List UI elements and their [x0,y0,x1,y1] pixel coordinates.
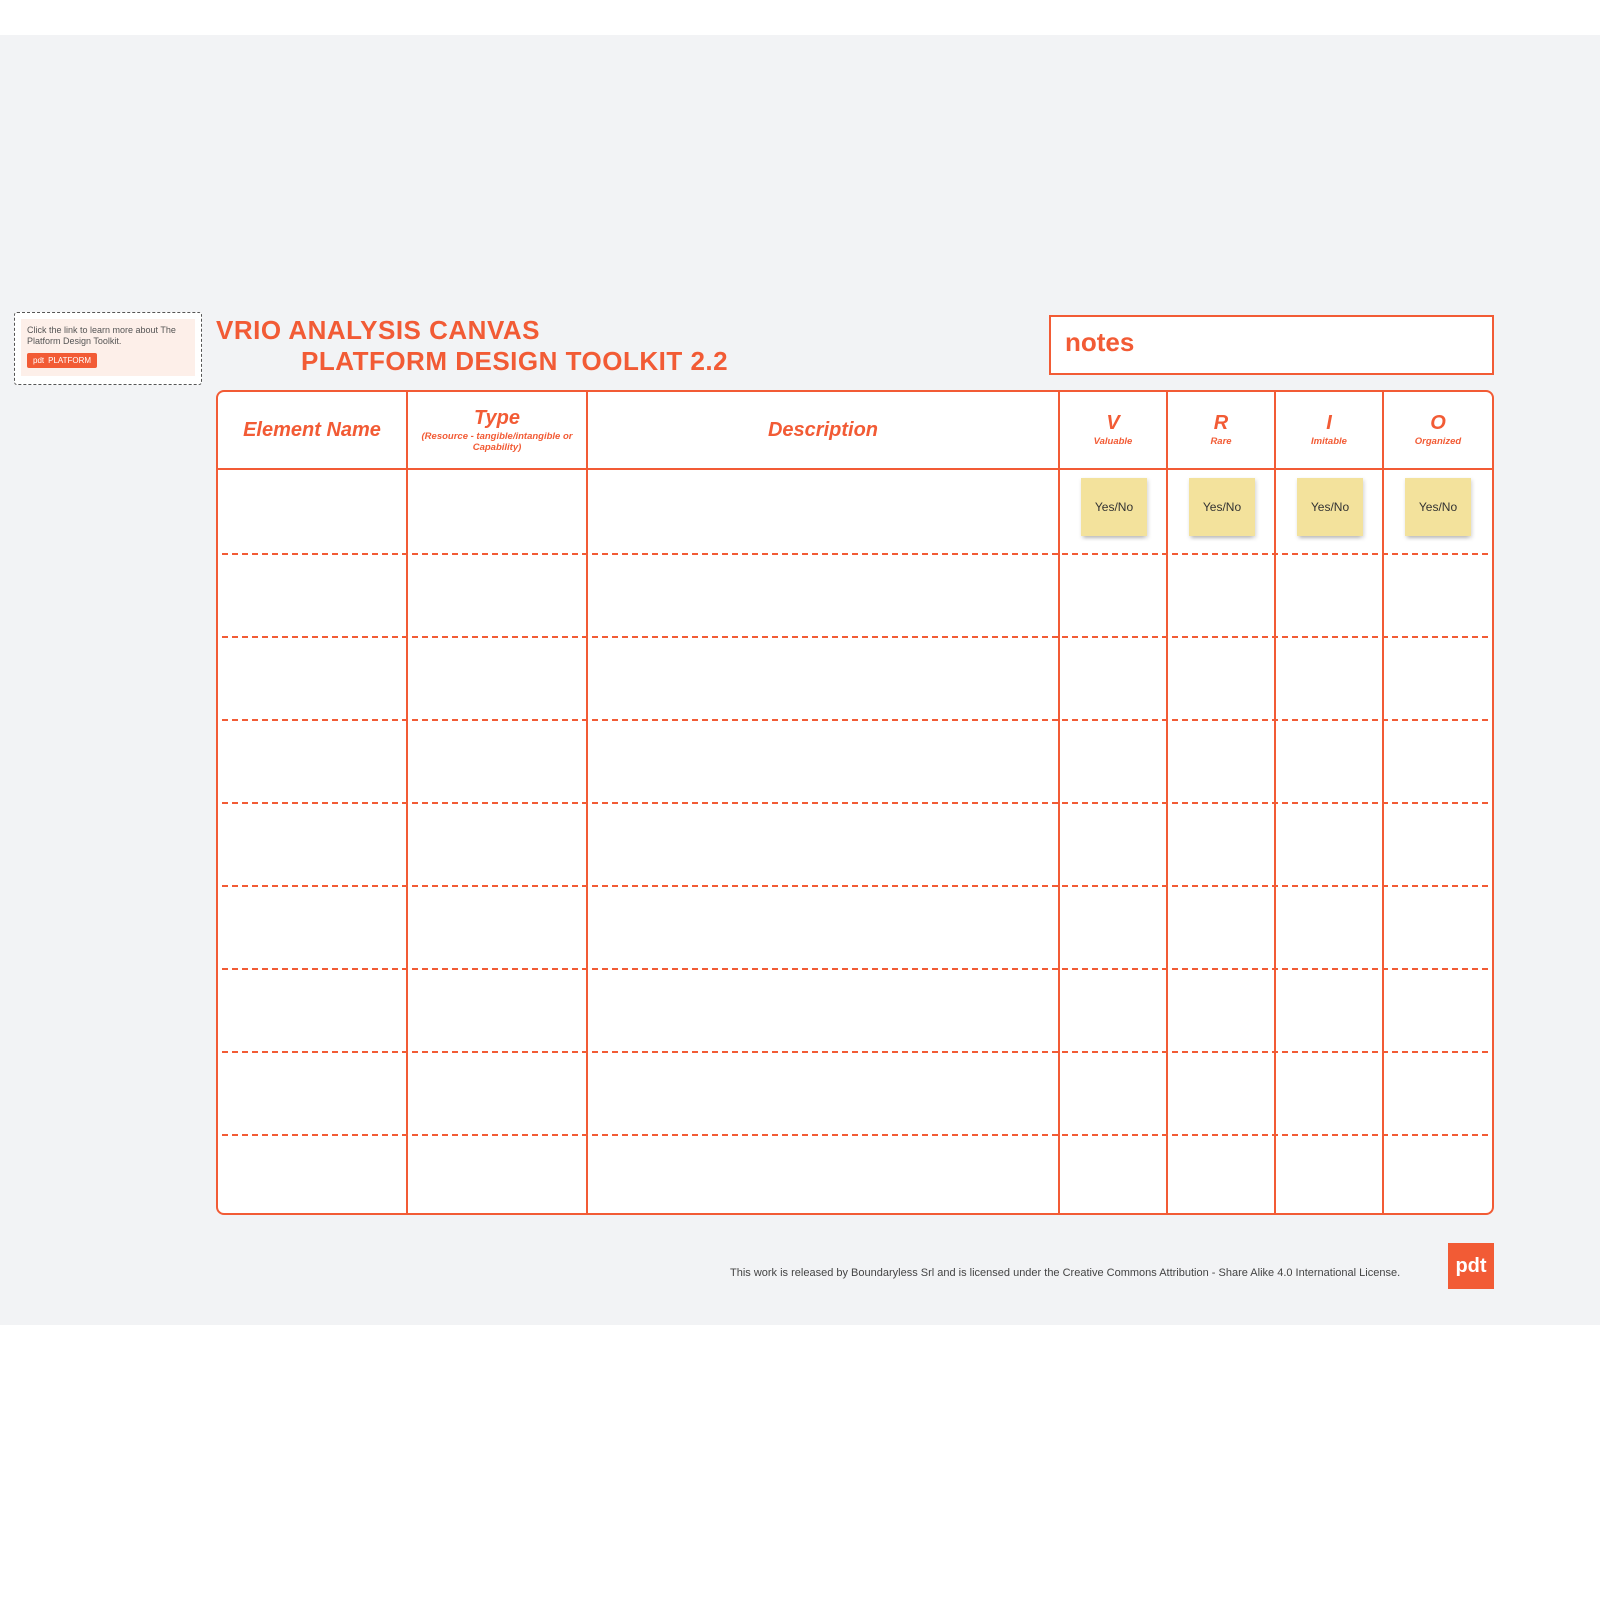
th-element-name: Element Name [218,392,408,468]
th-organized: O Organized [1384,392,1492,468]
table-header: Element Name Type (Resource - tangible/i… [218,392,1492,470]
th-rare: R Rare [1168,392,1276,468]
body-col-desc[interactable] [588,470,1060,1213]
body-col-i[interactable] [1276,470,1384,1213]
canvas-title: VRIO ANALYSIS CANVAS PLATFORM DESIGN TOO… [216,315,728,377]
th-valuable: V Valuable [1060,392,1168,468]
body-col-v[interactable] [1060,470,1168,1213]
sticky-imitable[interactable]: Yes/No [1297,478,1363,536]
notes-box[interactable]: notes [1049,315,1494,375]
body-col-o[interactable] [1384,470,1492,1213]
canvas-stage: Click the link to learn more about The P… [0,35,1600,1325]
learn-link-text: Click the link to learn more about The P… [27,325,189,347]
pdt-icon: pdt [33,356,44,365]
sticky-rare[interactable]: Yes/No [1189,478,1255,536]
vrio-table: Element Name Type (Resource - tangible/i… [216,390,1494,1215]
body-col-type[interactable] [408,470,588,1213]
license-text: This work is released by Boundaryless Sr… [730,1266,1410,1281]
pdt-badge-label: PLATFORM [48,356,91,365]
body-col-r[interactable] [1168,470,1276,1213]
th-imitable: I Imitable [1276,392,1384,468]
sticky-valuable[interactable]: Yes/No [1081,478,1147,536]
pdt-badge-footer: pdt [1448,1243,1494,1289]
notes-label: notes [1065,327,1134,357]
pdt-badge-small: pdt PLATFORM [27,353,97,368]
title-line-1: VRIO ANALYSIS CANVAS [216,315,728,346]
body-col-name[interactable] [218,470,408,1213]
pdt-logo-icon: pdt [1455,1255,1486,1278]
th-type: Type (Resource - tangible/intangible or … [408,392,588,468]
title-line-2: PLATFORM DESIGN TOOLKIT 2.2 [216,346,728,377]
sticky-organized[interactable]: Yes/No [1405,478,1471,536]
learn-link-box[interactable]: Click the link to learn more about The P… [14,312,202,385]
th-description: Description [588,392,1060,468]
table-body[interactable]: Yes/No Yes/No Yes/No Yes/No [218,470,1492,1213]
